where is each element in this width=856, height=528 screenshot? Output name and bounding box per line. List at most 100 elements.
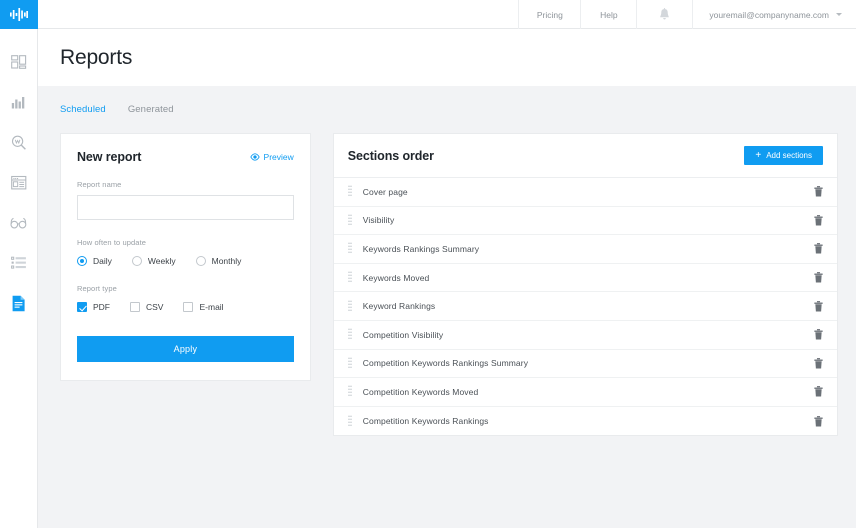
trash-icon[interactable] xyxy=(814,243,823,254)
equalizer-logo-icon xyxy=(10,8,28,21)
drag-handle-icon[interactable] xyxy=(344,271,356,284)
frequency-label: How often to update xyxy=(77,238,294,247)
account-email: youremail@companyname.com xyxy=(709,10,829,20)
bar-chart-icon xyxy=(11,95,27,111)
new-report-header: New report Preview xyxy=(77,150,294,164)
checkbox-csv-icon xyxy=(130,302,140,312)
preview-button[interactable]: Preview xyxy=(250,152,294,162)
drag-handle-icon[interactable] xyxy=(344,185,356,198)
section-row-label: Competition Visibility xyxy=(356,330,814,340)
account-menu[interactable]: youremail@companyname.com xyxy=(692,0,856,29)
topbar-notifications-button[interactable] xyxy=(636,0,692,29)
frequency-options: Daily Weekly Monthly xyxy=(77,256,294,266)
report-type-options: PDF CSV E-mail xyxy=(77,302,294,312)
trash-icon[interactable] xyxy=(814,186,823,197)
sidebar-item-dashboard[interactable] xyxy=(0,43,38,83)
tab-bar: Scheduled Generated xyxy=(38,86,856,133)
keyword-search-icon xyxy=(11,135,27,151)
chevron-down-icon xyxy=(836,13,842,16)
section-row-label: Cover page xyxy=(356,187,814,197)
add-sections-button[interactable]: + Add sections xyxy=(744,146,823,165)
sidebar-item-backlinks[interactable] xyxy=(0,243,38,283)
sidebar-item-site-audit[interactable] xyxy=(0,163,38,203)
drag-handle-icon[interactable] xyxy=(344,242,356,255)
left-sidebar xyxy=(0,0,38,528)
drag-handle-icon[interactable] xyxy=(344,415,356,428)
section-row-label: Keyword Rankings xyxy=(356,301,814,311)
section-row[interactable]: Competition Keywords Rankings Summary xyxy=(334,350,837,379)
section-row-label: Visibility xyxy=(356,215,814,225)
sidebar-item-analytics[interactable] xyxy=(0,83,38,123)
drag-handle-icon[interactable] xyxy=(344,385,356,398)
sidebar-item-keyword-research[interactable] xyxy=(0,123,38,163)
section-row-label: Competition Keywords Rankings Summary xyxy=(356,358,814,368)
trash-icon[interactable] xyxy=(814,416,823,427)
section-row-label: Keywords Moved xyxy=(356,273,814,283)
checkbox-option-email[interactable]: E-mail xyxy=(183,302,223,312)
report-name-input[interactable] xyxy=(77,195,294,220)
sections-list: Cover page Visibility Keywords Rankings Su… xyxy=(334,178,837,435)
checkbox-csv-label: CSV xyxy=(146,302,163,312)
sections-order-header: Sections order + Add sections xyxy=(334,134,837,178)
sidebar-item-competitors[interactable] xyxy=(0,203,38,243)
section-row[interactable]: Keyword Rankings xyxy=(334,292,837,321)
checkbox-pdf-icon xyxy=(77,302,87,312)
topbar-help-link[interactable]: Help xyxy=(580,0,636,29)
tab-scheduled[interactable]: Scheduled xyxy=(60,104,106,115)
new-report-card: New report Preview Report name How often… xyxy=(60,133,311,381)
trash-icon[interactable] xyxy=(814,329,823,340)
radio-daily-label: Daily xyxy=(93,256,112,266)
eye-icon xyxy=(250,152,260,162)
section-row[interactable]: Competition Keywords Rankings xyxy=(334,407,837,436)
list-icon xyxy=(11,255,27,271)
radio-weekly-icon xyxy=(132,256,142,266)
sections-order-card: Sections order + Add sections Cover page… xyxy=(333,133,838,436)
app-logo[interactable] xyxy=(0,0,38,29)
section-row[interactable]: Visibility xyxy=(334,207,837,236)
sections-order-title: Sections order xyxy=(348,149,434,163)
bell-icon xyxy=(659,8,670,21)
dashboard-icon xyxy=(11,55,27,71)
trash-icon[interactable] xyxy=(814,272,823,283)
radio-option-daily[interactable]: Daily xyxy=(77,256,112,266)
drag-handle-icon[interactable] xyxy=(344,357,356,370)
checkbox-email-icon xyxy=(183,302,193,312)
radio-monthly-icon xyxy=(196,256,206,266)
page-title: Reports xyxy=(38,46,132,70)
sidebar-item-reports[interactable] xyxy=(0,283,38,323)
report-type-label: Report type xyxy=(77,284,294,293)
drag-handle-icon[interactable] xyxy=(344,328,356,341)
panels-row: New report Preview Report name How often… xyxy=(38,133,856,436)
trash-icon[interactable] xyxy=(814,215,823,226)
section-row[interactable]: Competition Keywords Moved xyxy=(334,378,837,407)
section-row[interactable]: Keywords Rankings Summary xyxy=(334,235,837,264)
radio-option-monthly[interactable]: Monthly xyxy=(196,256,242,266)
section-row[interactable]: Cover page xyxy=(334,178,837,207)
report-doc-icon xyxy=(11,295,27,312)
trash-icon[interactable] xyxy=(814,358,823,369)
section-row-label: Keywords Rankings Summary xyxy=(356,244,814,254)
drag-handle-icon[interactable] xyxy=(344,300,356,313)
drag-handle-icon[interactable] xyxy=(344,214,356,227)
add-sections-label: Add sections xyxy=(766,151,812,160)
radio-daily-icon xyxy=(77,256,87,266)
spy-glasses-icon xyxy=(10,215,27,231)
section-row-label: Competition Keywords Rankings xyxy=(356,416,814,426)
radio-option-weekly[interactable]: Weekly xyxy=(132,256,176,266)
checkbox-option-pdf[interactable]: PDF xyxy=(77,302,110,312)
topbar-pricing-link[interactable]: Pricing xyxy=(518,0,580,29)
page-header: Reports xyxy=(38,29,856,86)
section-row[interactable]: Keywords Moved xyxy=(334,264,837,293)
plus-icon: + xyxy=(755,151,761,161)
app-root: Pricing Help youremail@companyname.com R… xyxy=(0,0,856,528)
checkbox-option-csv[interactable]: CSV xyxy=(130,302,163,312)
new-report-title: New report xyxy=(77,150,141,164)
apply-button[interactable]: Apply xyxy=(77,336,294,362)
checkbox-pdf-label: PDF xyxy=(93,302,110,312)
checkbox-email-label: E-mail xyxy=(199,302,223,312)
section-row[interactable]: Competition Visibility xyxy=(334,321,837,350)
tab-generated[interactable]: Generated xyxy=(128,104,174,115)
content-area: Scheduled Generated New report Preview R… xyxy=(38,86,856,528)
trash-icon[interactable] xyxy=(814,301,823,312)
trash-icon[interactable] xyxy=(814,386,823,397)
